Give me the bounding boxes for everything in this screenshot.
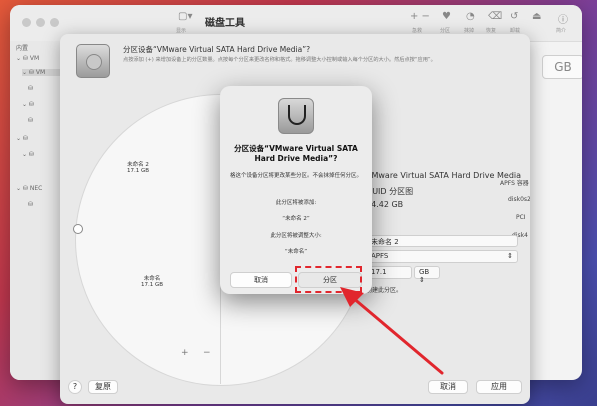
sidebar-item-volume-5[interactable]: ⛁	[28, 201, 33, 208]
minimize-window-button[interactable]	[36, 18, 45, 27]
format-value: APFS	[371, 252, 389, 260]
sidebar-item-nec[interactable]: ⌄ ⛁ NEC	[16, 185, 42, 192]
unit-select[interactable]: GB ⇕	[414, 266, 440, 284]
format-select[interactable]: APFS ⇕	[366, 250, 518, 263]
hard-drive-icon	[76, 44, 110, 78]
pie-label-partition-1[interactable]: 未命名 17.1 GB	[122, 274, 182, 288]
sidebar-item-label: VM	[29, 55, 40, 62]
disk-identifier: disk0s2	[508, 196, 530, 203]
first-aid-icon[interactable]: ♥	[442, 11, 451, 22]
erase-icon[interactable]: ⌫	[488, 11, 502, 22]
container-type: APFS 容器	[500, 180, 529, 187]
size-field[interactable]: 17.1	[366, 266, 412, 279]
alert-body: 格这个设备分区将更改某些分区。不会抹掉任何分区。	[229, 173, 362, 179]
add-partition-button[interactable]: +	[181, 348, 189, 358]
sheet-description: 点按添加 (+) 来增加设备上的分区数量。点按每个分区来更改名称和格式。拖移调整…	[123, 57, 436, 63]
sidebar-item-disk-2[interactable]: ⌄ ⛁	[16, 135, 28, 142]
alert-title: 分区设备“VMware Virtual SATA Hard Drive Medi…	[234, 144, 358, 163]
alert-resize-heading: 此分区将被调整大小:	[270, 233, 322, 239]
alert-resize-value: “未命名”	[284, 249, 308, 255]
sheet-cancel-button[interactable]: 取消	[428, 380, 468, 394]
partition-name: 未命名	[143, 276, 161, 282]
close-window-button[interactable]	[22, 18, 31, 27]
partition-name-field[interactable]: 未命名 2	[366, 235, 518, 247]
sidebar-item-disk[interactable]: ⌄ ⛁ VM	[16, 55, 39, 62]
sidebar-section-internal: 内置	[16, 45, 29, 52]
view-icon[interactable]: ▢▾	[178, 11, 192, 22]
help-button[interactable]: ?	[68, 380, 82, 394]
add-volume-icon[interactable]: + −	[410, 11, 430, 22]
alert-add-heading: 此分区将被添加:	[275, 200, 317, 206]
sidebar-item-volume-2[interactable]: ⌄ ⛁	[22, 101, 34, 108]
alert-add-value: “未命名 2”	[282, 216, 310, 222]
capacity-readout: GB	[542, 55, 582, 79]
unit-value: GB	[419, 268, 430, 276]
zoom-window-button[interactable]	[50, 18, 59, 27]
window-title: 磁盘工具	[205, 18, 245, 29]
sidebar-item-volume-4[interactable]: ⌄ ⛁	[22, 151, 34, 158]
pie-label-partition-2[interactable]: 未命名 2 17.1 GB	[108, 160, 168, 174]
sidebar: 内置 ⌄ ⛁ VM ⌄ ⛁ VM ⛁ ⌄ ⛁ ⛁ ⌄ ⛁ ⌄ ⛁ ⌄ ⛁ NEC…	[10, 41, 65, 380]
sheet-title: 分区设备“VMware Virtual SATA Hard Drive Medi…	[123, 45, 311, 54]
toolbar-label-info: 简介	[556, 28, 567, 34]
annotation-arrow-icon	[340, 287, 444, 375]
toolbar-label-unmount: 卸载	[510, 28, 521, 34]
partition-scheme: GUID 分区图	[366, 187, 414, 196]
partition-confirm-alert: 分区设备“VMware Virtual SATA Hard Drive Medi…	[220, 86, 372, 294]
view-label: 显示	[176, 28, 187, 34]
remove-partition-button[interactable]: −	[203, 348, 211, 358]
chevron-updown-icon: ⇕	[507, 252, 513, 260]
sidebar-item-container[interactable]: ⌄ ⛁ VM	[22, 69, 62, 76]
revert-button[interactable]: 复原	[88, 380, 118, 394]
info-icon[interactable]: ⓘ	[558, 11, 568, 26]
apply-button[interactable]: 应用	[476, 380, 522, 394]
sidebar-item-label: NEC	[29, 185, 43, 192]
toolbar-label-restore: 恢复	[486, 28, 497, 34]
toolbar-label-first-aid: 急救	[412, 28, 423, 34]
sidebar-item-volume-3[interactable]: ⛁	[28, 117, 33, 124]
toolbar-label-erase: 抹掉	[464, 28, 475, 34]
resize-handle[interactable]	[73, 224, 83, 234]
sidebar-item-volume[interactable]: ⛁	[28, 85, 33, 92]
unmount-icon[interactable]: ⏏	[532, 11, 541, 22]
alert-cancel-button[interactable]: 取消	[230, 272, 292, 288]
toolbar-label-partition: 分区	[440, 28, 451, 34]
partition-icon[interactable]: ◔	[466, 11, 475, 22]
partition-size: 17.1 GB	[140, 282, 164, 288]
partition-size: 17.1 GB	[126, 168, 150, 174]
sidebar-item-label: VM	[35, 69, 46, 76]
disk-utility-icon	[278, 98, 314, 134]
chevron-updown-icon: ⇕	[419, 276, 425, 284]
device-name: VMware Virtual SATA Hard Drive Media	[366, 171, 522, 180]
partition-name: 未命名 2	[127, 162, 149, 168]
restore-icon[interactable]: ↺	[510, 11, 518, 22]
connection-type: PCI	[516, 214, 526, 221]
